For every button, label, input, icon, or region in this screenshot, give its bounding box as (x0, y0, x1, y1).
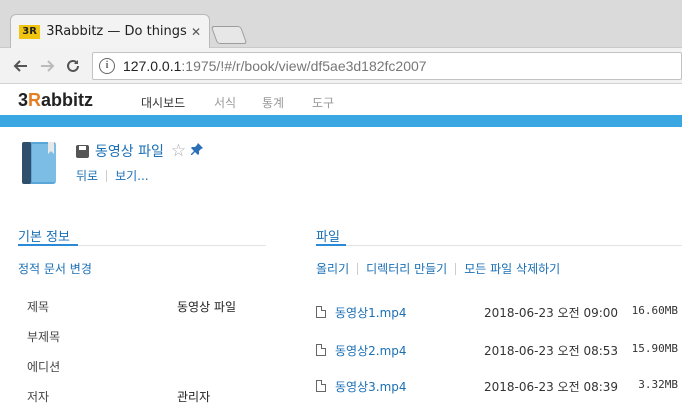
pin-icon[interactable] (190, 142, 204, 160)
favicon-icon: 3R (19, 24, 41, 39)
book-icon (22, 142, 56, 184)
new-tab-button[interactable] (210, 26, 248, 44)
app-navbar: 3Rabbitz 대시보드 서식 통계 도구 (0, 85, 682, 120)
star-icon[interactable]: ☆ (171, 141, 186, 161)
file-name[interactable]: 동영상1.mp4 (335, 304, 407, 321)
url-text: 127.0.0.1:1975/!#/r/book/view/df5ae3d182… (123, 58, 427, 74)
browser-toolbar: i 127.0.0.1:1975/!#/r/book/view/df5ae3d1… (0, 48, 682, 84)
app-logo[interactable]: 3Rabbitz (18, 90, 93, 111)
file-date: 2018-06-23 오전 08:53 (484, 344, 619, 358)
file-icon (316, 306, 326, 318)
file-row[interactable]: 동영상1.mp4 2018-06-23 오전 09:00 16.60MB (316, 304, 682, 324)
close-icon[interactable]: ✕ (191, 25, 201, 39)
file-size: 15.90MB (631, 342, 678, 355)
file-date: 2018-06-23 오전 09:00 (484, 306, 619, 320)
file-name[interactable]: 동영상3.mp4 (335, 378, 407, 395)
nav-dashboard[interactable]: 대시보드 (141, 94, 185, 120)
file-size: 16.60MB (631, 304, 678, 317)
browser-tab-bar: 3R 3Rabbitz — Do things b ✕ (0, 0, 682, 48)
nav-tools[interactable]: 도구 (312, 94, 334, 111)
forward-arrow-icon[interactable] (34, 53, 60, 79)
logo-prefix: 3 (18, 90, 29, 110)
file-actions: 올리기 디렉터리 만들기 모든 파일 삭제하기 (316, 260, 560, 277)
save-icon (76, 144, 89, 158)
info-value: 동영상 파일 (177, 300, 237, 314)
book-title[interactable]: 동영상 파일 (95, 141, 164, 161)
nav-stats[interactable]: 통계 (262, 94, 284, 111)
info-label: 저자 (27, 390, 50, 404)
info-icon[interactable]: i (99, 57, 115, 74)
info-value: 관리자 (177, 390, 211, 404)
back-link[interactable]: 뒤로 (76, 167, 98, 184)
divider (106, 169, 108, 182)
logo-rest: abbitz (41, 90, 94, 110)
book-actions: 뒤로 보기... (76, 167, 149, 184)
url-path: :1975/!#/r/book/view/df5ae3d182fc2007 (181, 57, 427, 74)
info-label: 제목 (27, 300, 50, 314)
file-date: 2018-06-23 오전 08:39 (484, 380, 619, 394)
file-icon (316, 344, 326, 356)
view-link[interactable]: 보기... (115, 167, 149, 184)
delete-all-files-link[interactable]: 모든 파일 삭제하기 (464, 260, 560, 277)
book-header: 동영상 파일 ☆ 뒤로 보기... (18, 138, 678, 190)
file-row[interactable]: 동영상3.mp4 2018-06-23 오전 08:39 3.32MB (316, 378, 682, 398)
browser-tab[interactable]: 3R 3Rabbitz — Do things b ✕ (10, 14, 210, 48)
file-name[interactable]: 동영상2.mp4 (335, 342, 407, 359)
file-size: 3.32MB (638, 378, 678, 391)
section-underline (18, 244, 78, 246)
divider (455, 262, 457, 275)
accent-bar (0, 115, 682, 127)
upload-link[interactable]: 올리기 (316, 260, 349, 277)
logo-accent: R (28, 90, 42, 110)
change-static-doc-link[interactable]: 정적 문서 변경 (18, 260, 92, 277)
info-label: 에디션 (27, 360, 61, 374)
book-title-row: 동영상 파일 ☆ (76, 141, 204, 161)
back-arrow-icon[interactable] (8, 53, 34, 79)
address-bar[interactable]: i 127.0.0.1:1975/!#/r/book/view/df5ae3d1… (92, 51, 682, 80)
info-label: 부제목 (27, 330, 61, 344)
tab-title: 3Rabbitz — Do things b (46, 24, 191, 39)
reload-icon[interactable] (60, 53, 86, 79)
section-underline (316, 244, 346, 246)
section-divider (316, 245, 682, 246)
create-directory-link[interactable]: 디렉터리 만들기 (366, 260, 447, 277)
file-row[interactable]: 동영상2.mp4 2018-06-23 오전 08:53 15.90MB (316, 342, 682, 362)
url-host: 127.0.0.1 (123, 57, 182, 74)
file-icon (316, 380, 326, 392)
nav-forms[interactable]: 서식 (214, 94, 236, 111)
divider (357, 262, 359, 275)
